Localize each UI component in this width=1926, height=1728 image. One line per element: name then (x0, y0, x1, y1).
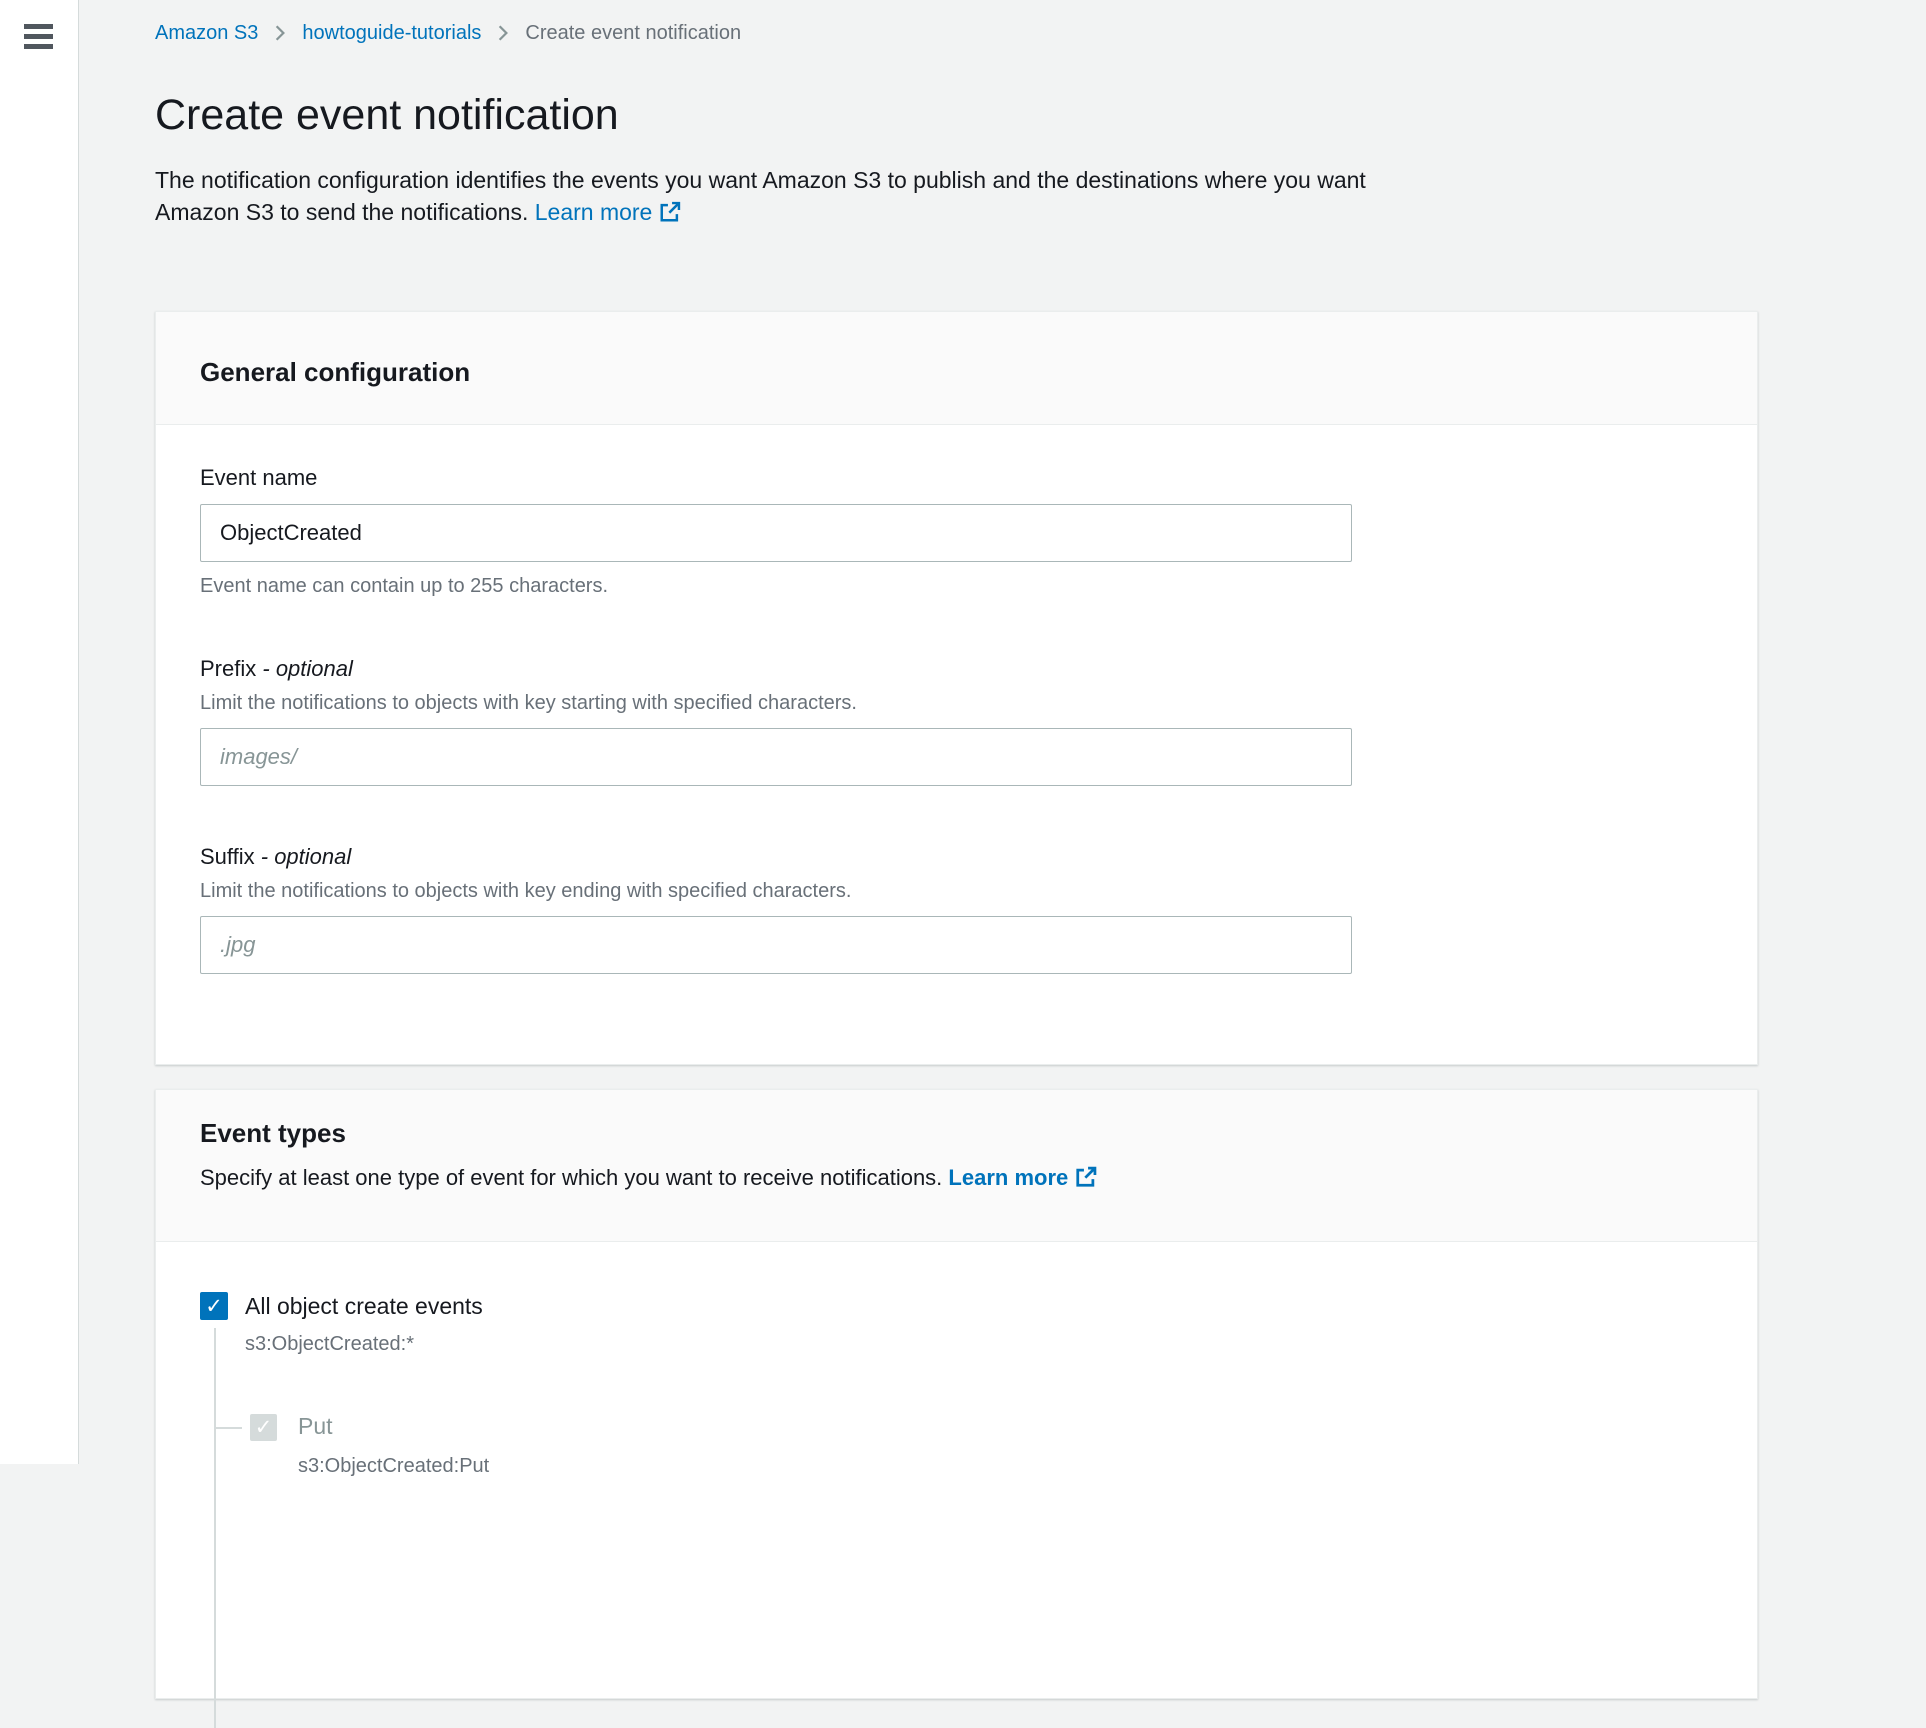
general-configuration-header: General configuration (156, 312, 1757, 425)
prefix-optional-label: - optional (262, 656, 353, 681)
event-types-header: Event types Specify at least one type of… (156, 1090, 1757, 1242)
general-configuration-card: General configuration Event name Event n… (155, 311, 1758, 1065)
external-link-icon (1075, 1166, 1097, 1195)
check-icon: ✓ (205, 1296, 223, 1317)
event-types-tree: ✓ All object create events s3:ObjectCrea… (200, 1292, 1713, 1478)
collapsed-sidebar (0, 0, 79, 1464)
event-types-description: Specify at least one type of event for w… (200, 1164, 1713, 1195)
prefix-helper: Limit the notifications to objects with … (200, 691, 1713, 715)
menu-button[interactable] (24, 24, 53, 49)
all-object-create-events-code: s3:ObjectCreated:* (245, 1333, 1713, 1356)
event-name-label: Event name (200, 465, 1713, 491)
hamburger-icon (24, 24, 53, 49)
breadcrumb-link-bucket[interactable]: howtoguide-tutorials (302, 20, 481, 46)
all-object-create-events-label[interactable]: All object create events (245, 1293, 483, 1320)
event-types-learn-more-link[interactable]: Learn more (948, 1165, 1097, 1190)
learn-more-link[interactable]: Learn more (535, 199, 682, 225)
suffix-helper: Limit the notifications to objects with … (200, 879, 1713, 903)
event-name-field-group: Event name Event name can contain up to … (200, 465, 1713, 598)
suffix-input[interactable] (200, 916, 1352, 974)
general-configuration-title: General configuration (200, 357, 1713, 387)
suffix-field-group: Suffix - optional Limit the notification… (200, 844, 1713, 974)
page-description: The notification configuration identifie… (155, 164, 1758, 231)
page-description-line2: Amazon S3 to send the notifications. (155, 199, 528, 225)
check-icon: ✓ (255, 1417, 273, 1438)
put-event-code: s3:ObjectCreated:Put (298, 1455, 1713, 1478)
chevron-right-icon (271, 24, 289, 42)
event-name-input[interactable] (200, 504, 1352, 562)
tree-branch-line (214, 1427, 242, 1429)
page-description-line1: The notification configuration identifie… (155, 167, 1366, 193)
page-title: Create event notification (155, 90, 1758, 140)
suffix-optional-label: - optional (261, 844, 352, 869)
put-event-checkbox: ✓ (250, 1414, 277, 1441)
general-configuration-body: Event name Event name can contain up to … (156, 425, 1757, 1064)
prefix-field-group: Prefix - optional Limit the notification… (200, 656, 1713, 786)
put-event-label: Put (298, 1413, 333, 1439)
external-link-icon (659, 199, 681, 231)
event-types-body: ✓ All object create events s3:ObjectCrea… (156, 1242, 1757, 1698)
all-object-create-events-checkbox[interactable]: ✓ (200, 1292, 228, 1320)
prefix-label: Prefix - optional (200, 656, 1713, 682)
breadcrumb-link-amazon-s3[interactable]: Amazon S3 (155, 20, 258, 46)
chevron-right-icon (494, 24, 512, 42)
prefix-input[interactable] (200, 728, 1352, 786)
breadcrumb-current-page: Create event notification (525, 20, 741, 46)
put-event-row: ✓ Put s3:ObjectCreated:Put (200, 1413, 1713, 1478)
suffix-label: Suffix - optional (200, 844, 1713, 870)
tree-trunk-line (214, 1328, 216, 1728)
event-types-card: Event types Specify at least one type of… (155, 1089, 1758, 1699)
main-content: Amazon S3 howtoguide-tutorials Create ev… (79, 0, 1926, 1699)
breadcrumb: Amazon S3 howtoguide-tutorials Create ev… (155, 0, 1758, 46)
event-types-title: Event types (200, 1118, 1713, 1148)
event-name-helper: Event name can contain up to 255 charact… (200, 574, 1713, 598)
all-object-create-events-row: ✓ All object create events (200, 1292, 1713, 1320)
